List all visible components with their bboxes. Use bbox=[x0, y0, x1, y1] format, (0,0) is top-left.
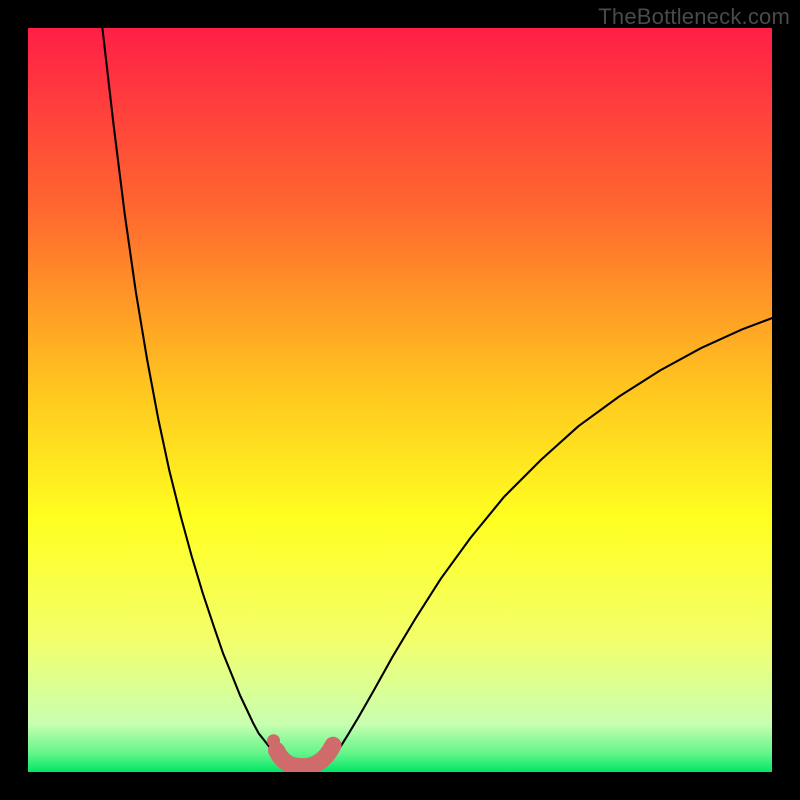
chart-frame: TheBottleneck.com bbox=[0, 0, 800, 800]
plot-area bbox=[28, 28, 772, 772]
watermark-text: TheBottleneck.com bbox=[598, 4, 790, 30]
chart-svg bbox=[28, 28, 772, 772]
upper-dot bbox=[267, 734, 280, 747]
